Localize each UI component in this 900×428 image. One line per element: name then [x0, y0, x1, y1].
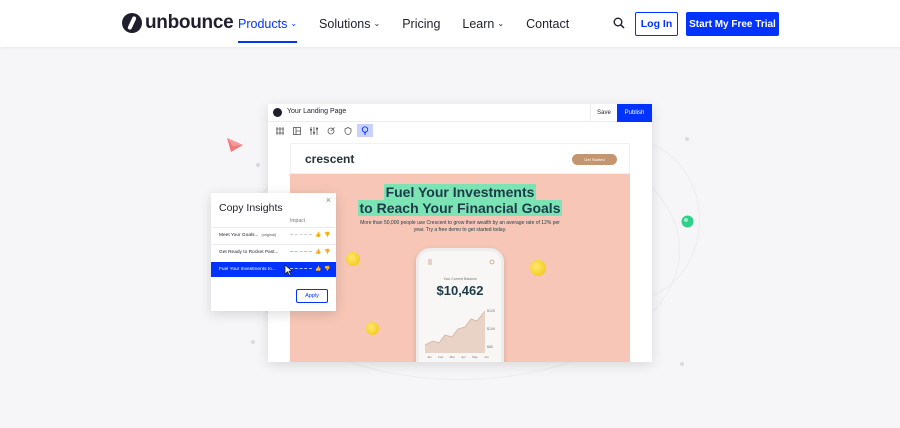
month-label: Jun [484, 355, 489, 359]
phone-mockup: Your Current Balance $10,462 $12K $10K $… [416, 248, 504, 362]
settings-icon [489, 259, 495, 265]
layout-icon[interactable] [289, 124, 305, 137]
axis-tick: $8K [487, 345, 494, 349]
thumbs-down-icon[interactable]: 👎 [324, 266, 330, 272]
nav-item-products[interactable]: Products ⌄ [238, 0, 298, 47]
decorative-dot [680, 362, 684, 366]
balance-label: Your Current Balance [443, 277, 477, 281]
editor-toolbar [268, 122, 374, 139]
coin-icon [530, 260, 546, 276]
nav-item-label: Learn [462, 16, 495, 31]
nav-item-learn[interactable]: Learn ⌄ [462, 0, 504, 47]
nav-item-label: Products [238, 16, 288, 31]
balance-value: $10,462 [436, 283, 484, 298]
original-tag: (original) [261, 232, 277, 237]
top-navigation: unbounce Products ⌄ Solutions ⌄ Pricing Le… [0, 0, 900, 47]
nav-item-label: Contact [526, 16, 570, 31]
nav-item-label: Pricing [402, 16, 441, 31]
axis-tick: $10K [487, 327, 496, 331]
coin-icon [346, 252, 360, 266]
apply-button[interactable]: Apply [296, 289, 328, 303]
brand-logo[interactable]: unbounce [122, 12, 234, 34]
unbounce-logo-icon [122, 13, 142, 33]
month-label: Feb [438, 355, 444, 359]
month-label: Apr [461, 355, 466, 359]
nav-item-label: Solutions [319, 16, 371, 31]
month-labels: Jan Feb Mar Apr May Jun [427, 355, 489, 359]
target-icon[interactable] [323, 124, 339, 137]
menu-icon [428, 259, 432, 265]
coin-icon [366, 322, 379, 335]
decorative-dot [256, 163, 260, 167]
nav-item-contact[interactable]: Contact [526, 0, 569, 47]
lightbulb-icon[interactable] [357, 124, 373, 137]
decorative-dot [685, 137, 689, 141]
chevron-down-icon: ⌄ [497, 19, 505, 28]
axis-tick: $12K [487, 309, 496, 313]
nav-links: Products ⌄ Solutions ⌄ Pricing Learn ⌄ Cont… [238, 0, 591, 47]
chevron-down-icon: ⌄ [373, 19, 381, 28]
start-free-trial-button[interactable]: Start My Free Trial [686, 12, 779, 36]
hero-headline-line2: to Reach Your Financial Goals [290, 200, 630, 216]
insight-row-label: Meet Your Goals... (original) [219, 233, 276, 238]
insight-text: Fuel Your Investments to... [219, 267, 276, 272]
brand-name: unbounce [145, 12, 234, 33]
thumbs-down-icon[interactable]: 👎 [324, 232, 330, 238]
thumbs-up-icon[interactable]: 👍 [315, 232, 321, 238]
landing-header: crescent Get Started [290, 143, 630, 174]
crescent-logo: crescent [305, 152, 355, 166]
grid-icon[interactable] [272, 124, 288, 137]
shield-icon[interactable] [340, 124, 356, 137]
copy-insights-title: Copy Insights [219, 202, 283, 214]
editor-top-bar: Your Landing Page Save Publish [268, 104, 652, 122]
hero-headline-line1: Fuel Your Investments [290, 184, 630, 200]
login-button[interactable]: Log In [635, 12, 678, 36]
thumbs-up-icon[interactable]: 👍 [315, 249, 321, 255]
paper-plane-icon [227, 138, 243, 152]
impact-meter [290, 251, 312, 252]
hero-headline-text: to Reach Your Financial Goals [357, 200, 563, 216]
month-label: Mar [449, 355, 455, 359]
publish-button[interactable]: Publish [617, 104, 652, 122]
nav-item-solutions[interactable]: Solutions ⌄ [319, 0, 380, 47]
hero-subtext: More than 50,000 people use Crescent to … [360, 220, 560, 233]
hero-headline-text: Fuel Your Investments [383, 184, 537, 200]
nav-item-pricing[interactable]: Pricing [402, 0, 440, 47]
impact-meter [290, 234, 312, 235]
thumbs-up-icon[interactable]: 👍 [315, 266, 321, 272]
get-started-button[interactable]: Get Started [572, 154, 617, 165]
editor-page-title: Your Landing Page [287, 108, 347, 115]
copy-insights-panel: × Copy Insights Impact Meet Your Goals..… [211, 193, 336, 311]
unbounce-logo-icon [273, 108, 282, 117]
month-label: May [472, 355, 478, 359]
impact-header: Impact [290, 218, 306, 224]
impact-meter [290, 268, 312, 269]
insight-row[interactable]: Get Ready to Rocket Past... 👍 👎 [211, 244, 336, 259]
thumbs-down-icon[interactable]: 👎 [324, 249, 330, 255]
gem-icon [681, 215, 694, 228]
insight-row-selected[interactable]: Fuel Your Investments to... 👍 👎 [211, 262, 336, 277]
insight-row[interactable]: Meet Your Goals... (original) 👍 👎 [211, 227, 336, 242]
insight-text: Meet Your Goals... [219, 232, 259, 238]
balance-area-chart [425, 310, 485, 353]
mouse-cursor-icon [284, 264, 293, 276]
close-icon[interactable]: × [326, 195, 331, 205]
chevron-down-icon: ⌄ [290, 19, 298, 28]
decorative-dot [251, 340, 255, 344]
search-icon[interactable] [613, 17, 625, 29]
landing-hero: Fuel Your Investments to Reach Your Fina… [290, 174, 630, 362]
insight-text: Get Ready to Rocket Past... [219, 249, 279, 255]
month-label: Jan [427, 355, 432, 359]
save-button[interactable]: Save [590, 104, 617, 122]
sliders-icon[interactable] [306, 124, 322, 137]
